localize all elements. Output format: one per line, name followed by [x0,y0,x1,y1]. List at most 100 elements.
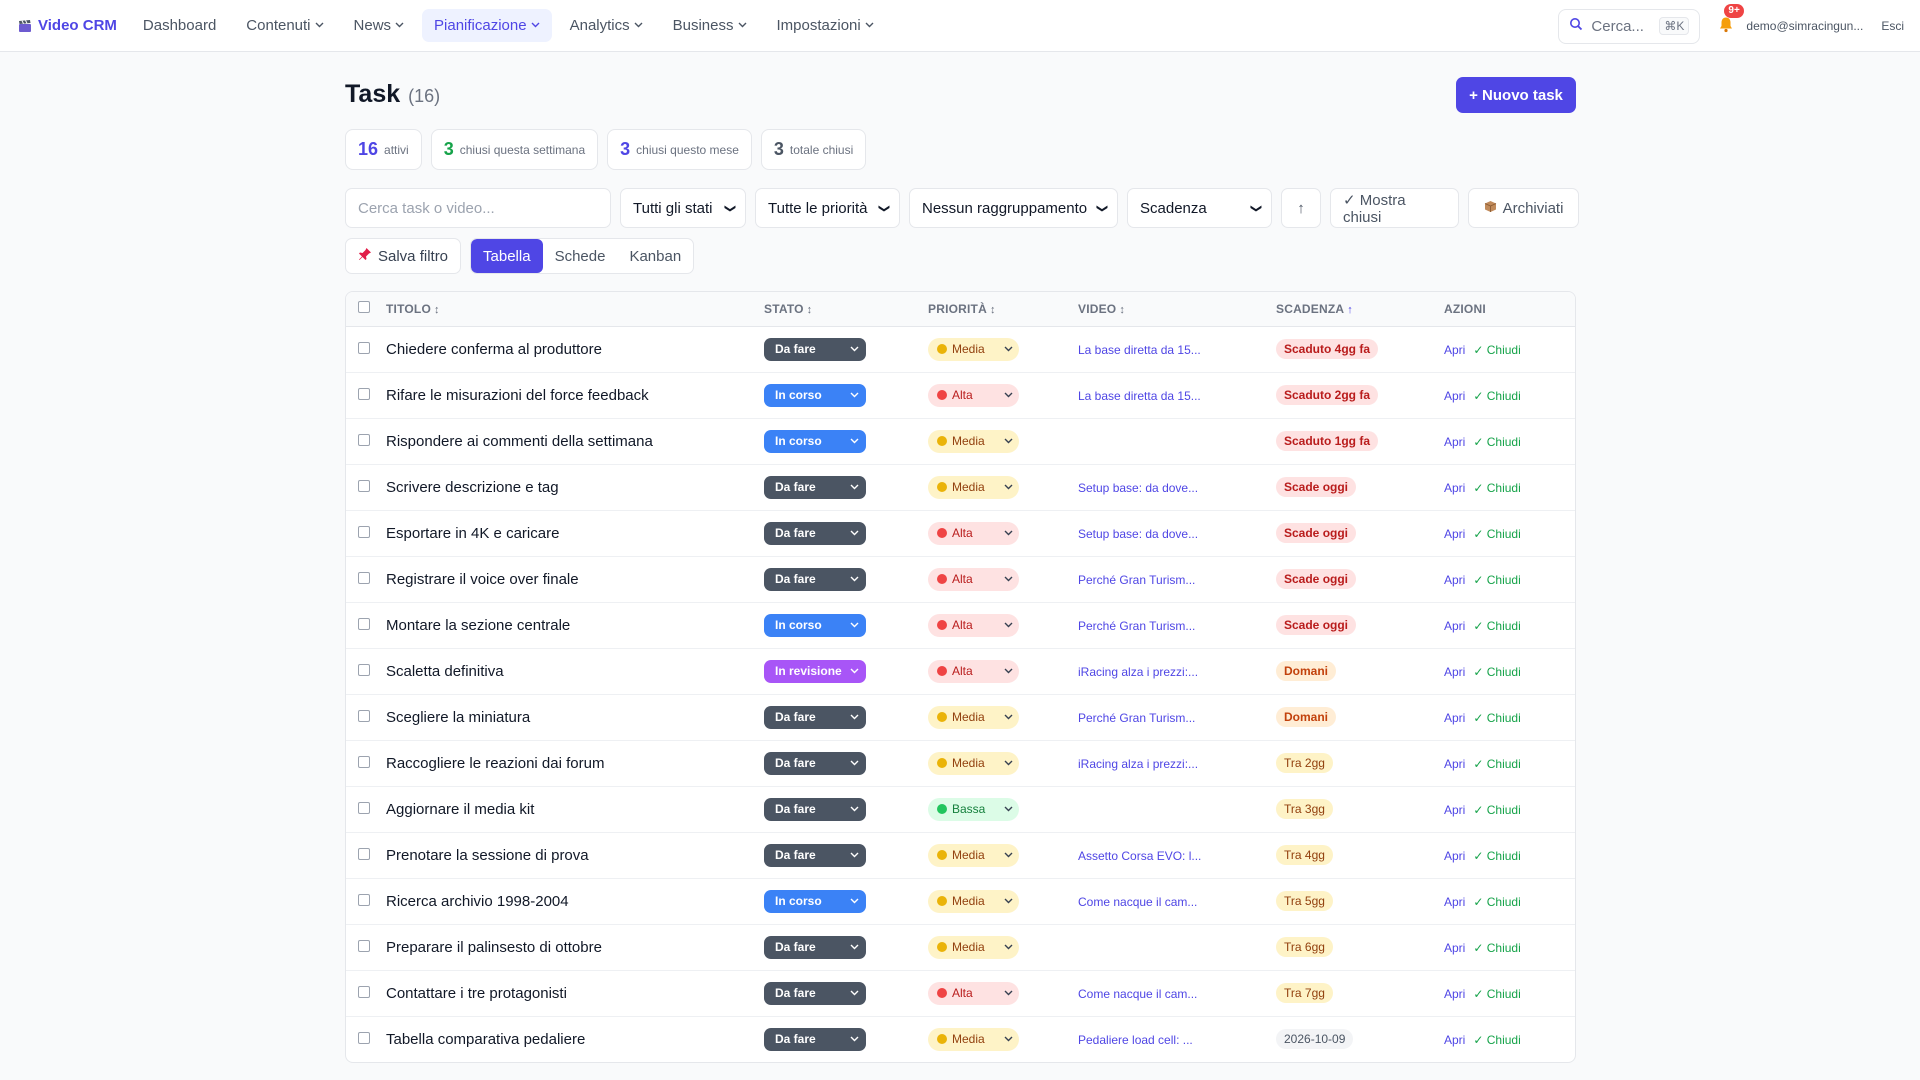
row-checkbox[interactable] [358,1032,370,1045]
open-task-link[interactable]: Apri [1444,481,1465,495]
video-link[interactable]: Setup base: da dove... [1078,527,1198,541]
table-row[interactable]: Aggiornare il media kit Da fare Bassa Tra 3… [346,786,1575,832]
table-row[interactable]: Raccogliere le reazioni dai forum Da fare… [346,740,1575,786]
table-row[interactable]: Prenotare la sessione di prova Da fare Med… [346,832,1575,878]
video-link[interactable]: Setup base: da dove... [1078,481,1198,495]
video-link[interactable]: iRacing alza i prezzi:... [1078,757,1198,771]
close-task-link[interactable]: ✓ Chiudi [1473,757,1520,771]
notifications-button[interactable]: 9+ [1716,4,1744,36]
open-task-link[interactable]: Apri [1444,1033,1465,1047]
col-video-header[interactable]: VIDEO ↕ [1078,292,1276,327]
state-select[interactable]: In corso [764,613,866,637]
view-tab-table[interactable]: Tabella [471,239,543,273]
row-checkbox[interactable] [358,848,370,860]
close-task-link[interactable]: ✓ Chiudi [1473,711,1520,725]
row-checkbox[interactable] [358,664,370,676]
video-link[interactable]: Perché Gran Turism... [1078,619,1195,633]
state-select[interactable]: Da fare [764,567,866,591]
open-task-link[interactable]: Apri [1444,343,1465,357]
priority-select[interactable]: Media [928,337,1019,361]
state-select[interactable]: Da fare [764,1027,866,1051]
task-title[interactable]: Prenotare la sessione di prova [386,832,764,878]
priority-select[interactable]: Media [928,751,1019,775]
row-checkbox[interactable] [358,618,370,630]
table-row[interactable]: Registrare il voice over finale Da fare Al… [346,556,1575,602]
video-link[interactable]: La base diretta da 15... [1078,343,1201,357]
task-title[interactable]: Contattare i tre protagonisti [386,970,764,1016]
close-task-link[interactable]: ✓ Chiudi [1473,527,1520,541]
state-select[interactable]: In corso [764,429,866,453]
close-task-link[interactable]: ✓ Chiudi [1473,941,1520,955]
close-task-link[interactable]: ✓ Chiudi [1473,665,1520,679]
close-task-link[interactable]: ✓ Chiudi [1473,1033,1520,1047]
task-title[interactable]: Registrare il voice over finale [386,556,764,602]
video-link[interactable]: Come nacque il cam... [1078,895,1197,909]
select-all-checkbox[interactable] [358,301,370,314]
col-title-header[interactable]: TITOLO ↕ [386,292,764,327]
nav-item-analytics[interactable]: Analytics [558,9,655,42]
close-task-link[interactable]: ✓ Chiudi [1473,573,1520,587]
task-title[interactable]: Rifare le misurazioni del force feedback [386,372,764,418]
table-row[interactable]: Ricerca archivio 1998-2004 In corso Media C… [346,878,1575,924]
row-checkbox[interactable] [358,802,370,814]
open-task-link[interactable]: Apri [1444,849,1465,863]
user-email[interactable]: demo@simracingun... [1746,19,1863,33]
table-row[interactable]: Contattare i tre protagonisti Da fare Alta… [346,970,1575,1016]
close-task-link[interactable]: ✓ Chiudi [1473,895,1520,909]
close-task-link[interactable]: ✓ Chiudi [1473,849,1520,863]
view-tab-cards[interactable]: Schede [543,239,618,273]
open-task-link[interactable]: Apri [1444,711,1465,725]
task-title[interactable]: Ricerca archivio 1998-2004 [386,878,764,924]
open-task-link[interactable]: Apri [1444,941,1465,955]
close-task-link[interactable]: ✓ Chiudi [1473,619,1520,633]
priority-select[interactable]: Media [928,429,1019,453]
table-row[interactable]: Preparare il palinsesto di ottobre Da far… [346,924,1575,970]
task-title[interactable]: Scrivere descrizione e tag [386,464,764,510]
priority-select[interactable]: Bassa [928,797,1019,821]
task-title[interactable]: Scegliere la miniatura [386,694,764,740]
col-priority-header[interactable]: PRIORITÀ ↕ [928,292,1078,327]
open-task-link[interactable]: Apri [1444,527,1465,541]
nav-item-impostazioni[interactable]: Impostazioni [765,9,886,42]
task-title[interactable]: Chiedere conferma al produttore [386,326,764,372]
priority-select[interactable]: Alta [928,567,1019,591]
task-title[interactable]: Preparare il palinsesto di ottobre [386,924,764,970]
priority-select[interactable]: Media [928,475,1019,499]
row-checkbox[interactable] [358,342,370,354]
state-select[interactable]: Da fare [764,981,866,1005]
video-link[interactable]: Come nacque il cam... [1078,987,1197,1001]
archived-button[interactable]: Archiviati [1468,188,1579,228]
priority-select[interactable]: Media [928,1027,1019,1051]
state-filter-select[interactable]: Tutti gli stati ❯ [620,188,746,228]
nav-item-business[interactable]: Business [661,9,759,42]
close-task-link[interactable]: ✓ Chiudi [1473,389,1520,403]
table-row[interactable]: Scegliere la miniatura Da fare Media Perché… [346,694,1575,740]
row-checkbox[interactable] [358,940,370,952]
video-link[interactable]: iRacing alza i prezzi:... [1078,665,1198,679]
video-link[interactable]: La base diretta da 15... [1078,389,1201,403]
video-link[interactable]: Assetto Corsa EVO: l... [1078,849,1201,863]
priority-select[interactable]: Media [928,705,1019,729]
priority-select[interactable]: Media [928,889,1019,913]
row-checkbox[interactable] [358,526,370,538]
priority-select[interactable]: Alta [928,383,1019,407]
stat-card[interactable]: 3 totale chiusi [760,129,867,170]
table-row[interactable]: Esportare in 4K e caricare Da fare Alta Set… [346,510,1575,556]
priority-select[interactable]: Alta [928,981,1019,1005]
sort-direction-button[interactable]: ↑ [1281,188,1321,228]
stat-card[interactable]: 3 chiusi questa settimana [430,129,599,170]
save-filter-button[interactable]: Salva filtro [345,238,462,274]
state-select[interactable]: In corso [764,889,866,913]
nav-item-news[interactable]: News [342,9,417,42]
priority-select[interactable]: Media [928,843,1019,867]
table-row[interactable]: Tabella comparativa pedaliere Da fare Medi… [346,1016,1575,1062]
row-checkbox[interactable] [358,986,370,998]
task-title[interactable]: Raccogliere le reazioni dai forum [386,740,764,786]
state-select[interactable]: Da fare [764,521,866,545]
task-search-input[interactable]: Cerca task o video... [345,188,611,228]
group-by-select[interactable]: Nessun raggruppamento ❯ [909,188,1118,228]
close-task-link[interactable]: ✓ Chiudi [1473,987,1520,1001]
priority-select[interactable]: Alta [928,613,1019,637]
open-task-link[interactable]: Apri [1444,665,1465,679]
close-task-link[interactable]: ✓ Chiudi [1473,803,1520,817]
